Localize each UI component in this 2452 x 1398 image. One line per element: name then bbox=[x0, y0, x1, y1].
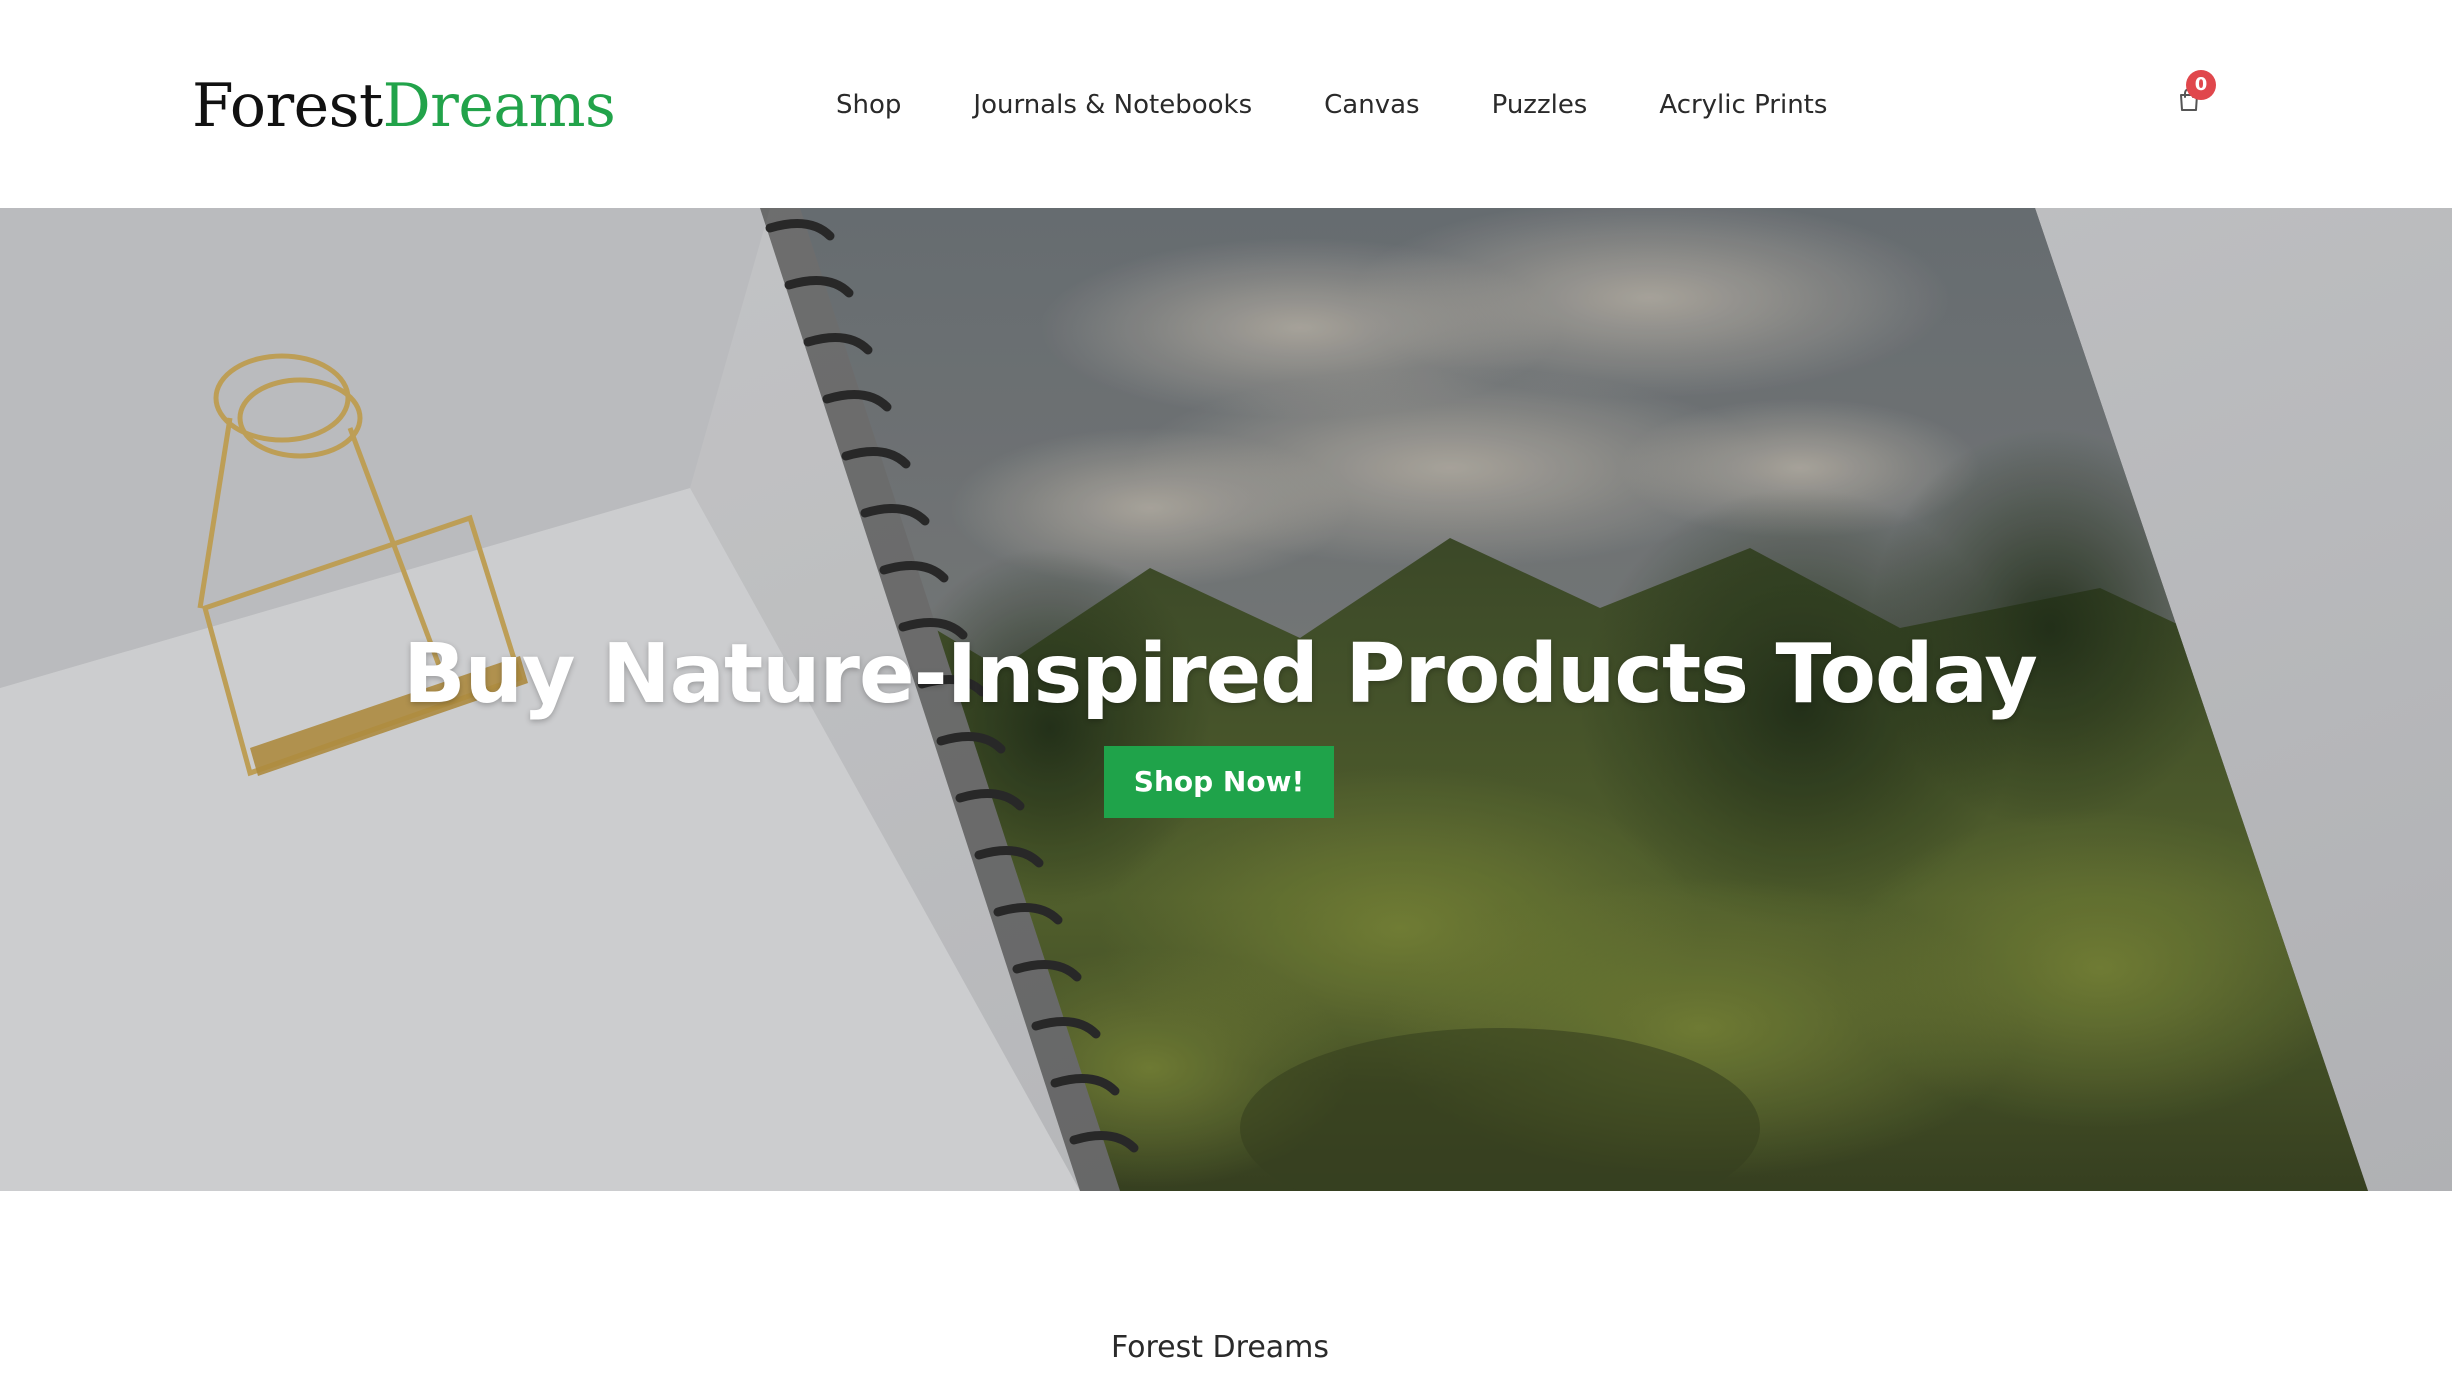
site-logo[interactable]: ForestDreams bbox=[192, 66, 616, 146]
cart-count-badge: 0 bbox=[2186, 70, 2216, 100]
cart-button[interactable]: 0 bbox=[2172, 70, 2216, 124]
site-header: ForestDreams Shop Journals & Notebooks C… bbox=[0, 0, 2452, 208]
hero-title: Buy Nature-Inspired Products Today bbox=[403, 626, 2038, 722]
nav-item-shop[interactable]: Shop bbox=[836, 90, 901, 120]
section-site-name: Forest Dreams bbox=[1110, 1330, 1330, 1365]
logo-text-forest: Forest bbox=[192, 71, 383, 141]
hero-banner: Buy Nature-Inspired Products Today Shop … bbox=[0, 208, 2452, 1191]
nav-item-acrylic-prints[interactable]: Acrylic Prints bbox=[1659, 90, 1827, 120]
shop-now-button[interactable]: Shop Now! bbox=[1104, 746, 1334, 818]
nav-item-journals-notebooks[interactable]: Journals & Notebooks bbox=[973, 90, 1252, 120]
main-nav: Shop Journals & Notebooks Canvas Puzzles… bbox=[836, 80, 1827, 130]
logo-text-dreams: Dreams bbox=[382, 71, 616, 141]
nav-item-canvas[interactable]: Canvas bbox=[1324, 90, 1419, 120]
nav-item-puzzles[interactable]: Puzzles bbox=[1492, 90, 1588, 120]
